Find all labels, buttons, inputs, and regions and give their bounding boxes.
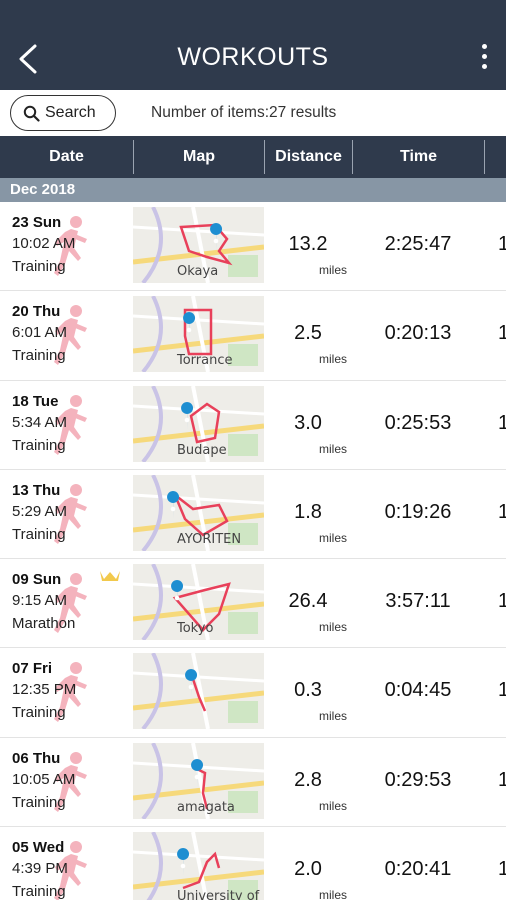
workout-start-time: 10:02 AM [12,235,76,252]
workout-row[interactable]: 05 Wed 4:39 PM Training University of 2.… [0,827,506,900]
workout-distance: 2.0 [294,858,322,881]
workout-date: 09 Sun [12,571,62,589]
page-title: WORKOUTS [177,43,329,71]
workout-type: Training [12,436,66,454]
distance-unit: miles [319,352,348,367]
svg-text:Torrance: Torrance [176,353,233,368]
overflow-column-value: 1 [498,411,506,434]
overflow-column-value: 1 [498,500,506,523]
route-map-thumbnail[interactable]: Okaya [133,207,264,283]
workout-distance: 1.8 [294,500,322,523]
overflow-column-value: 1 [498,322,506,345]
workout-date: 23 Sun [12,214,62,231]
workout-row[interactable]: 06 Thu 10:05 AM Training amagata 2.8 mil… [0,737,506,828]
workout-start-time: 5:29 AM [12,502,68,520]
workout-start-time: 6:01 AM [12,324,68,342]
search-icon [23,105,40,122]
distance-unit: miles [319,709,348,724]
workout-start-time: 4:39 PM [12,860,68,878]
laurel-crown-icon [100,571,120,582]
workout-row[interactable]: 18 Tue 5:34 AM Training Budape 3.0 miles… [0,380,506,470]
workout-date: 18 Tue [12,392,59,410]
workout-type: Training [12,793,66,811]
search-label: Search [45,104,96,121]
workout-date: 05 Wed [12,839,65,857]
month-section-header: Dec 2018 [0,178,506,202]
search-button[interactable]: Search [10,95,116,131]
route-map-thumbnail[interactable]: Tokyo [133,564,264,641]
overflow-column-value: 1 [498,233,506,255]
workout-type: Training [12,258,66,275]
overflow-column-value: 1 [498,858,506,881]
app-header: WORKOUTS [0,0,506,90]
workout-distance: 26.4 [288,590,328,613]
workout-date: 13 Thu [12,481,61,499]
workout-duration: 0:25:53 [384,411,452,434]
workout-duration: 0:20:13 [384,322,452,345]
result-count: Number of items:27 results [151,104,337,121]
workout-duration: 0:04:45 [384,679,452,702]
workout-type: Training [12,704,66,722]
distance-unit: miles [319,530,348,545]
column-header-row: Date Map Distance Time [0,136,506,178]
overflow-column-value: 1 [498,590,506,613]
workout-row[interactable]: 13 Thu 5:29 AM Training AYORITEN 1.8 mil… [0,469,506,560]
workout-duration: 0:19:26 [384,500,452,523]
workout-date: 07 Fri [12,660,53,678]
workout-distance: 13.2 [288,233,328,255]
workout-type: Training [12,883,66,900]
workout-list: 23 Sun 10:02 AM Training Okaya 13.2 mile… [0,202,506,900]
more-menu-button[interactable] [476,44,492,74]
workout-row[interactable]: 20 Thu 6:01 AM Training Torrance 2.5 mil… [0,291,506,381]
column-map[interactable]: Map [134,136,264,178]
distance-unit: miles [319,441,348,456]
route-map-thumbnail[interactable]: amagata [133,742,264,819]
svg-text:University of California, LA: University of California, LA [177,889,264,900]
column-divider [484,140,485,174]
workout-duration: 2:25:47 [384,233,452,255]
search-bar: Search Number of items:27 results [0,90,506,136]
workout-duration: 0:29:53 [384,768,452,791]
svg-text:Budape: Budape [177,443,227,458]
column-distance[interactable]: Distance [265,136,352,178]
workout-start-time: 12:35 PM [12,681,77,699]
svg-text:Okaya: Okaya [177,264,218,279]
workout-type: Training [12,347,66,365]
workout-date: 20 Thu [12,303,61,321]
svg-text:amagata: amagata [177,800,235,815]
svg-text:AYORITEN: AYORITEN [177,532,241,547]
more-vertical-icon [476,44,492,69]
route-map-thumbnail[interactable]: Torrance [133,296,264,373]
workout-type: Training [12,525,66,543]
workout-start-time: 10:05 AM [12,770,76,788]
route-map-thumbnail[interactable] [133,653,264,730]
workout-date: 06 Thu [12,749,61,767]
distance-unit: miles [319,620,348,635]
route-map-thumbnail[interactable]: Budape [133,385,264,462]
column-time[interactable]: Time [353,136,484,178]
workout-row[interactable]: 23 Sun 10:02 AM Training Okaya 13.2 mile… [0,202,506,292]
overflow-column-value: 1 [498,679,506,702]
distance-unit: miles [319,888,348,900]
workout-distance: 3.0 [294,411,322,434]
workout-type: Marathon [12,615,76,633]
workout-duration: 3:57:11 [385,590,451,613]
workout-row[interactable]: 07 Fri 12:35 PM Training 0.3 miles 0:04:… [0,648,506,738]
column-date[interactable]: Date [0,136,133,178]
workout-distance: 2.5 [294,322,322,345]
distance-unit: miles [319,263,348,277]
workout-start-time: 5:34 AM [12,413,68,431]
route-map-thumbnail[interactable]: University of California, LA [133,832,264,900]
workout-row[interactable]: 09 Sun 9:15 AM Marathon Tokyo 26.4 miles… [0,559,506,649]
svg-text:Tokyo: Tokyo [176,621,213,636]
overflow-column-value: 1 [498,768,506,791]
workout-start-time: 9:15 AM [12,592,68,610]
workout-distance: 0.3 [294,679,322,702]
workout-distance: 2.8 [294,768,322,791]
route-map-thumbnail[interactable]: AYORITEN [133,474,264,551]
distance-unit: miles [319,798,348,813]
workout-duration: 0:20:41 [384,858,452,881]
